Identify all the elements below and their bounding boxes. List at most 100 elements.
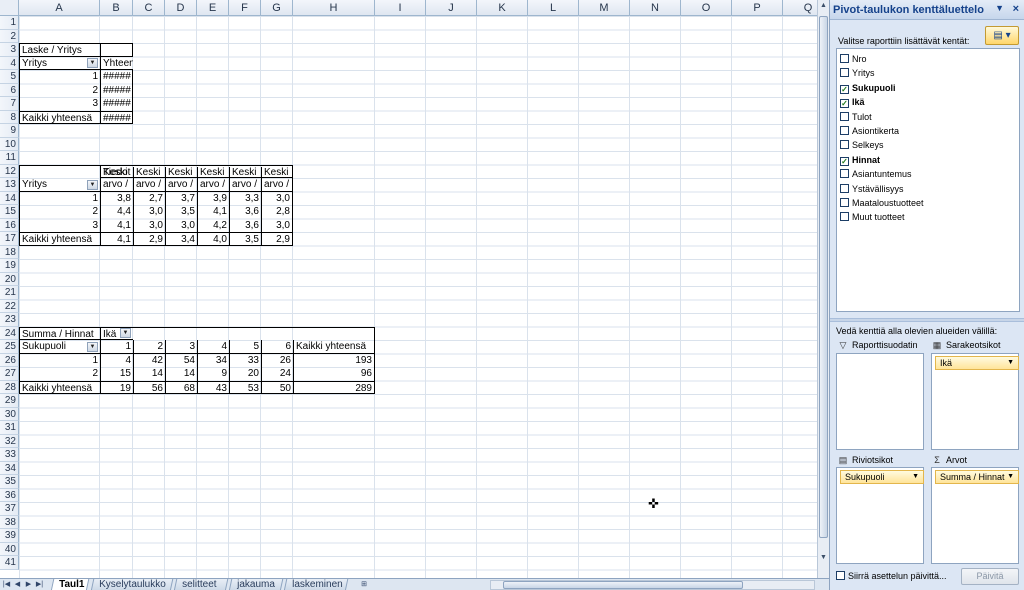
field-checkbox[interactable] bbox=[840, 183, 849, 193]
row-header[interactable]: 11 bbox=[0, 151, 19, 165]
horizontal-scroll-thumb[interactable] bbox=[503, 581, 743, 589]
pivot3-value[interactable]: 14 bbox=[165, 367, 197, 381]
column-header[interactable]: N bbox=[630, 0, 681, 16]
pivot2-value[interactable]: 3,9 bbox=[197, 191, 229, 205]
pivot1-value-header[interactable]: Yhteensä bbox=[100, 56, 133, 70]
column-header[interactable]: O bbox=[681, 0, 732, 16]
row-header[interactable]: 30 bbox=[0, 407, 19, 421]
pivot1-row-label[interactable]: 1 bbox=[19, 70, 100, 84]
pivot3-total-value[interactable]: 19 bbox=[100, 380, 133, 394]
sheet-tab[interactable]: Taul1 bbox=[50, 579, 90, 590]
row-header[interactable]: 38 bbox=[0, 515, 19, 529]
pivot3-value[interactable]: 54 bbox=[165, 353, 197, 367]
pivot3-grand-total[interactable]: 289 bbox=[293, 380, 375, 394]
pivot2-value[interactable]: 3,0 bbox=[133, 218, 165, 232]
pivot2-col-header[interactable]: Keski arvo / bbox=[100, 166, 133, 192]
row-header[interactable]: 25 bbox=[0, 340, 19, 354]
field-checkbox[interactable]: ✓ bbox=[840, 156, 849, 166]
row-header[interactable]: 8 bbox=[0, 110, 19, 124]
field-checkbox[interactable] bbox=[840, 111, 849, 121]
pivot2-value[interactable]: 3,5 bbox=[165, 205, 197, 219]
row-header[interactable]: 21 bbox=[0, 286, 19, 300]
row-header[interactable]: 14 bbox=[0, 191, 19, 205]
pivot2-row-label[interactable]: 3 bbox=[19, 218, 100, 232]
pivot3-col-value[interactable]: 3 bbox=[165, 340, 197, 354]
pivot2-total-value[interactable]: 2,9 bbox=[133, 232, 165, 246]
field-item[interactable]: Yritys bbox=[840, 66, 875, 80]
row-header[interactable]: 3 bbox=[0, 43, 19, 57]
column-header[interactable]: I bbox=[375, 0, 426, 16]
field-item[interactable]: ✓ Ikä bbox=[840, 95, 865, 109]
pivot2-col-header[interactable]: Keski arvo / bbox=[197, 166, 229, 192]
row-header[interactable]: 40 bbox=[0, 542, 19, 556]
column-header[interactable]: K bbox=[477, 0, 528, 16]
field-checkbox[interactable]: ✓ bbox=[840, 99, 849, 109]
cell-grid[interactable]: Laske / YritysYritys▼Yhteensä1#####2####… bbox=[19, 16, 817, 578]
pivot3-value[interactable]: 14 bbox=[133, 367, 165, 381]
next-sheet-icon[interactable]: ▶ bbox=[24, 579, 33, 590]
row-header[interactable]: 29 bbox=[0, 394, 19, 408]
column-header[interactable]: E bbox=[197, 0, 229, 16]
pane-menu-icon[interactable]: ▼ bbox=[995, 3, 1004, 13]
field-item[interactable]: Muut tuotteet bbox=[840, 210, 905, 224]
scroll-up-icon[interactable]: ▲ bbox=[819, 0, 828, 12]
row-header[interactable]: 23 bbox=[0, 313, 19, 327]
sheet-tab[interactable]: Kyselytaulukko bbox=[90, 579, 174, 590]
column-header[interactable]: A bbox=[19, 0, 100, 16]
pivot1-header-cell[interactable] bbox=[100, 43, 133, 57]
pivot2-value[interactable]: 3,6 bbox=[229, 205, 261, 219]
pivot1-value[interactable]: ##### bbox=[100, 83, 133, 97]
pivot2-value[interactable]: 3,0 bbox=[261, 218, 293, 232]
column-header[interactable]: P bbox=[732, 0, 783, 16]
row-header[interactable]: 15 bbox=[0, 205, 19, 219]
field-checkbox[interactable] bbox=[840, 169, 849, 179]
row-header[interactable]: 17 bbox=[0, 232, 19, 246]
last-sheet-icon[interactable]: ▶| bbox=[35, 579, 44, 590]
pivot3-total-value[interactable]: 68 bbox=[165, 380, 197, 394]
insert-sheet-icon[interactable]: ⊞ bbox=[357, 579, 371, 590]
row-header[interactable]: 26 bbox=[0, 353, 19, 367]
row-header[interactable]: 34 bbox=[0, 461, 19, 475]
pivot2-row-filter-icon[interactable]: ▼ bbox=[87, 179, 98, 190]
vertical-scroll-thumb[interactable] bbox=[819, 16, 828, 538]
row-field-chip[interactable]: Sukupuoli ▼ bbox=[840, 470, 924, 484]
pivot2-total-value[interactable]: 3,5 bbox=[229, 232, 261, 246]
value-field-chip[interactable]: Summa / Hinnat ▼ bbox=[935, 470, 1019, 484]
row-header[interactable]: 18 bbox=[0, 245, 19, 259]
row-header[interactable]: 16 bbox=[0, 218, 19, 232]
pivot3-total-value[interactable]: 56 bbox=[133, 380, 165, 394]
field-item[interactable]: ✓ Sukupuoli bbox=[840, 81, 896, 95]
field-checkbox[interactable] bbox=[840, 54, 849, 63]
pivot3-total-label[interactable]: Kaikki yhteensä bbox=[19, 380, 100, 394]
pivot2-col-header[interactable]: Keski arvo / bbox=[261, 166, 293, 192]
row-header[interactable]: 28 bbox=[0, 380, 19, 394]
defer-update-checkbox[interactable] bbox=[836, 571, 845, 580]
pivot3-total-value[interactable]: 43 bbox=[197, 380, 229, 394]
pivot2-value[interactable]: 3,7 bbox=[165, 191, 197, 205]
field-item[interactable]: Ystävällisyys bbox=[840, 182, 904, 196]
column-header[interactable]: B bbox=[100, 0, 133, 16]
first-sheet-icon[interactable]: |◀ bbox=[2, 579, 11, 590]
pivot3-row-label[interactable]: 2 bbox=[19, 367, 100, 381]
pivot1-row-filter-icon[interactable]: ▼ bbox=[87, 58, 98, 68]
pivot3-col-value[interactable]: 5 bbox=[229, 340, 261, 354]
pivot2-col-header[interactable]: Keski arvo / bbox=[229, 166, 261, 192]
row-header[interactable]: 1 bbox=[0, 16, 19, 30]
row-header[interactable]: 9 bbox=[0, 124, 19, 138]
pivot3-value[interactable]: 24 bbox=[261, 367, 293, 381]
column-header[interactable]: L bbox=[528, 0, 579, 16]
pivot2-value[interactable]: 3,0 bbox=[133, 205, 165, 219]
row-header[interactable]: 24 bbox=[0, 326, 19, 340]
pivot3-title[interactable]: Summa / Hinnat bbox=[19, 326, 100, 340]
row-header[interactable]: 6 bbox=[0, 83, 19, 97]
row-header[interactable]: 37 bbox=[0, 502, 19, 516]
pivot3-col-value[interactable]: 1 bbox=[100, 340, 133, 354]
column-header[interactable]: D bbox=[165, 0, 197, 16]
row-header[interactable]: 5 bbox=[0, 70, 19, 84]
pivot3-value[interactable]: 20 bbox=[229, 367, 261, 381]
pivot3-row-total[interactable]: 96 bbox=[293, 367, 375, 381]
horizontal-scrollbar[interactable] bbox=[490, 580, 815, 590]
pivot1-row-label[interactable]: 2 bbox=[19, 83, 100, 97]
row-header[interactable]: 22 bbox=[0, 299, 19, 313]
field-checkbox[interactable] bbox=[840, 68, 849, 78]
